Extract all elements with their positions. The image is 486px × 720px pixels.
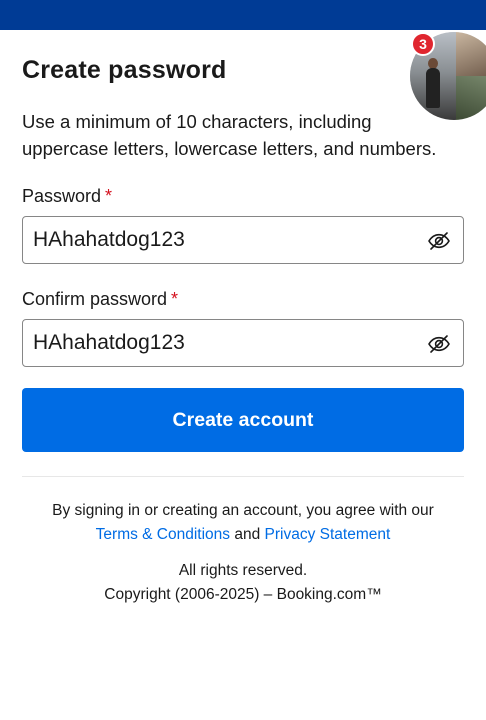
required-mark: *	[171, 289, 179, 309]
password-label-text: Password	[22, 186, 102, 206]
legal-links: Terms & Conditions and Privacy Statement	[0, 526, 486, 544]
password-requirements: Use a minimum of 10 characters, includin…	[22, 111, 437, 159]
page-title: Create password	[22, 56, 227, 84]
notification-badge: 3	[411, 32, 435, 56]
privacy-link[interactable]: Privacy Statement	[265, 526, 391, 543]
top-bar	[0, 0, 486, 30]
confirm-password-label-text: Confirm password	[22, 289, 168, 309]
eye-off-icon[interactable]	[427, 332, 451, 356]
terms-link[interactable]: Terms & Conditions	[96, 526, 230, 543]
avatar-photo-2	[456, 32, 486, 76]
confirm-password-value[interactable]: HAhahatdog123	[33, 331, 185, 355]
password-label: Password *	[22, 186, 112, 207]
avatar-photo-3	[456, 76, 486, 120]
copyright-text: Copyright (2006-2025) – Booking.com™	[104, 586, 382, 603]
agreement-text: By signing in or creating an account, yo…	[52, 502, 434, 519]
confirm-password-label: Confirm password *	[22, 289, 178, 310]
password-value[interactable]: HAhahatdog123	[33, 228, 185, 252]
password-input[interactable]: HAhahatdog123	[22, 216, 464, 264]
required-mark: *	[105, 186, 113, 206]
rights-text: All rights reserved.	[178, 562, 308, 579]
create-account-label: Create account	[172, 408, 314, 431]
confirm-password-input[interactable]: HAhahatdog123	[22, 319, 464, 367]
create-account-button[interactable]: Create account	[22, 388, 464, 452]
conjunction-text: and	[234, 526, 261, 543]
avatar-person-body	[426, 68, 440, 108]
divider	[22, 476, 464, 477]
eye-off-icon[interactable]	[427, 229, 451, 253]
